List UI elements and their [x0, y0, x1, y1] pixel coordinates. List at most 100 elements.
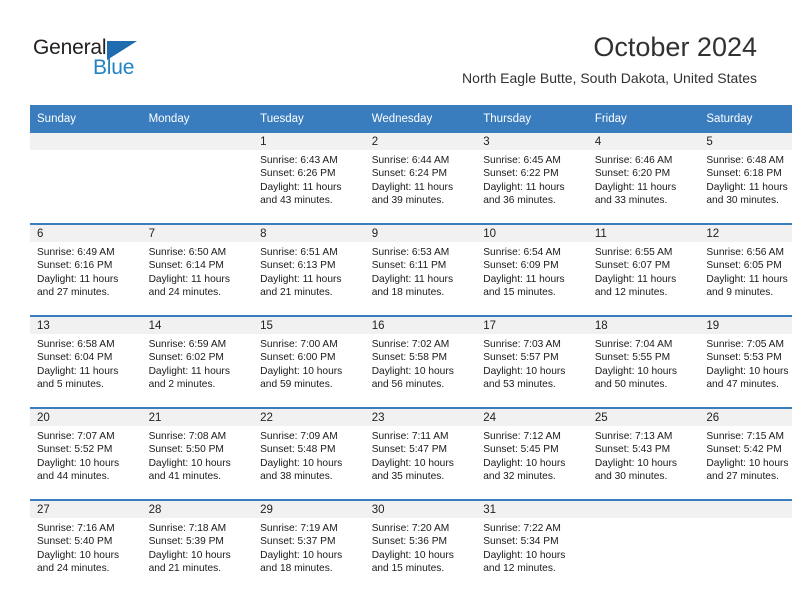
day-cell[interactable]: 5 Sunrise: 6:48 AM Sunset: 6:18 PM Dayli…	[699, 133, 792, 224]
sunrise-text: Sunrise: 7:22 AM	[483, 523, 561, 534]
day-details: Sunrise: 7:07 AM Sunset: 5:52 PM Dayligh…	[30, 426, 142, 483]
day-details: Sunrise: 7:12 AM Sunset: 5:45 PM Dayligh…	[476, 426, 588, 483]
daylight-text-line1: Daylight: 11 hours	[483, 273, 565, 285]
day-cell[interactable]: 16 Sunrise: 7:02 AM Sunset: 5:58 PM Dayl…	[364, 315, 477, 408]
day-cell[interactable]	[699, 499, 792, 591]
sunset-text: Sunset: 5:42 PM	[706, 444, 782, 456]
daylight-text-line1: Daylight: 11 hours	[148, 273, 230, 285]
daylight-text-line2: and 12 minutes.	[594, 286, 668, 298]
daylight-text-line2: and 35 minutes.	[371, 470, 445, 482]
day-cell[interactable]: 24 Sunrise: 7:12 AM Sunset: 5:45 PM Dayl…	[476, 407, 588, 500]
weekday-header-monday: Monday	[141, 105, 254, 133]
sunrise-text: Sunrise: 7:12 AM	[483, 431, 561, 442]
day-cell[interactable]: 31 Sunrise: 7:22 AM Sunset: 5:34 PM Dayl…	[476, 499, 588, 591]
daylight-text-line1: Daylight: 10 hours	[594, 365, 677, 377]
day-cell[interactable]: 7 Sunrise: 6:50 AM Sunset: 6:14 PM Dayli…	[141, 223, 254, 316]
day-cell[interactable]: 3 Sunrise: 6:45 AM Sunset: 6:22 PM Dayli…	[476, 133, 588, 224]
day-number: 15	[253, 317, 365, 334]
day-cell[interactable]: 8 Sunrise: 6:51 AM Sunset: 6:13 PM Dayli…	[253, 223, 365, 316]
sunset-text: Sunset: 6:09 PM	[483, 260, 559, 272]
week-row: 20 Sunrise: 7:07 AM Sunset: 5:52 PM Dayl…	[30, 407, 792, 500]
day-cell[interactable]	[587, 499, 700, 591]
daylight-text-line1: Daylight: 11 hours	[483, 181, 565, 193]
sunset-text: Sunset: 6:11 PM	[371, 260, 447, 272]
day-cell[interactable]: 26 Sunrise: 7:15 AM Sunset: 5:42 PM Dayl…	[699, 407, 792, 500]
daylight-text-line2: and 43 minutes.	[260, 194, 333, 206]
daylight-text-line2: and 30 minutes.	[594, 470, 668, 482]
day-cell[interactable]: 9 Sunrise: 6:53 AM Sunset: 6:11 PM Dayli…	[364, 223, 477, 316]
day-details: Sunrise: 7:03 AM Sunset: 5:57 PM Dayligh…	[476, 334, 588, 391]
daylight-text-line1: Daylight: 10 hours	[371, 549, 454, 561]
day-details: Sunrise: 7:02 AM Sunset: 5:58 PM Dayligh…	[365, 334, 477, 391]
daylight-text-line1: Daylight: 11 hours	[260, 181, 342, 193]
day-cell[interactable]: 15 Sunrise: 7:00 AM Sunset: 6:00 PM Dayl…	[253, 315, 365, 408]
daylight-text-line1: Daylight: 10 hours	[483, 365, 566, 377]
day-cell[interactable]: 22 Sunrise: 7:09 AM Sunset: 5:48 PM Dayl…	[253, 407, 365, 500]
sunrise-text: Sunrise: 6:58 AM	[37, 339, 115, 350]
daylight-text-line2: and 59 minutes.	[260, 378, 333, 390]
sunrise-text: Sunrise: 7:07 AM	[37, 431, 115, 442]
daylight-text-line2: and 15 minutes.	[371, 562, 445, 574]
sunrise-text: Sunrise: 7:11 AM	[371, 431, 449, 442]
day-cell[interactable]: 14 Sunrise: 6:59 AM Sunset: 6:02 PM Dayl…	[141, 315, 254, 408]
daylight-text-line2: and 32 minutes.	[483, 470, 556, 482]
day-number: 5	[699, 133, 792, 150]
day-cell[interactable]: 29 Sunrise: 7:19 AM Sunset: 5:37 PM Dayl…	[253, 499, 365, 591]
day-number: 12	[699, 225, 792, 242]
daylight-text-line2: and 50 minutes.	[594, 378, 668, 390]
day-details: Sunrise: 7:15 AM Sunset: 5:42 PM Dayligh…	[699, 426, 792, 483]
day-number: 7	[141, 225, 254, 242]
daylight-text-line2: and 9 minutes.	[706, 286, 774, 298]
day-cell[interactable]: 13 Sunrise: 6:58 AM Sunset: 6:04 PM Dayl…	[30, 315, 142, 408]
daylight-text-line2: and 2 minutes.	[148, 378, 216, 390]
day-number: 29	[253, 501, 365, 518]
sunset-text: Sunset: 6:24 PM	[371, 168, 448, 180]
day-number: 1	[253, 133, 365, 150]
sunset-text: Sunset: 6:02 PM	[148, 352, 224, 364]
sunrise-text: Sunrise: 6:45 AM	[483, 155, 561, 166]
brand-logo[interactable]: General Blue	[33, 36, 213, 82]
daylight-text-line1: Daylight: 11 hours	[371, 181, 454, 193]
sunrise-text: Sunrise: 6:56 AM	[706, 247, 784, 258]
day-cell[interactable]: 28 Sunrise: 7:18 AM Sunset: 5:39 PM Dayl…	[141, 499, 254, 591]
day-cell[interactable]: 17 Sunrise: 7:03 AM Sunset: 5:57 PM Dayl…	[476, 315, 588, 408]
day-cell[interactable]: 19 Sunrise: 7:05 AM Sunset: 5:53 PM Dayl…	[699, 315, 792, 408]
daylight-text-line1: Daylight: 10 hours	[371, 365, 454, 377]
day-cell[interactable]: 6 Sunrise: 6:49 AM Sunset: 6:16 PM Dayli…	[30, 223, 142, 316]
daylight-text-line1: Daylight: 11 hours	[37, 365, 119, 377]
sunset-text: Sunset: 5:45 PM	[483, 444, 559, 456]
sunset-text: Sunset: 5:34 PM	[483, 536, 559, 548]
day-cell[interactable]: 1 Sunrise: 6:43 AM Sunset: 6:26 PM Dayli…	[253, 133, 365, 224]
day-cell[interactable]: 21 Sunrise: 7:08 AM Sunset: 5:50 PM Dayl…	[141, 407, 254, 500]
page-header: General Blue October 2024 North Eagle Bu…	[0, 0, 792, 100]
day-cell[interactable]	[141, 133, 254, 224]
day-cell[interactable]: 10 Sunrise: 6:54 AM Sunset: 6:09 PM Dayl…	[476, 223, 588, 316]
day-cell[interactable]: 4 Sunrise: 6:46 AM Sunset: 6:20 PM Dayli…	[587, 133, 700, 224]
daylight-text-line1: Daylight: 11 hours	[706, 181, 788, 193]
day-cell[interactable]: 12 Sunrise: 6:56 AM Sunset: 6:05 PM Dayl…	[699, 223, 792, 316]
day-cell[interactable]: 20 Sunrise: 7:07 AM Sunset: 5:52 PM Dayl…	[30, 407, 142, 500]
sunset-text: Sunset: 6:20 PM	[594, 168, 671, 180]
week-row: 6 Sunrise: 6:49 AM Sunset: 6:16 PM Dayli…	[30, 223, 792, 316]
day-cell[interactable]	[30, 133, 142, 224]
day-cell[interactable]: 27 Sunrise: 7:16 AM Sunset: 5:40 PM Dayl…	[30, 499, 142, 591]
weekday-header-tuesday: Tuesday	[253, 105, 365, 133]
day-cell[interactable]: 23 Sunrise: 7:11 AM Sunset: 5:47 PM Dayl…	[364, 407, 477, 500]
day-details: Sunrise: 6:54 AM Sunset: 6:09 PM Dayligh…	[476, 242, 588, 299]
day-details: Sunrise: 7:19 AM Sunset: 5:37 PM Dayligh…	[253, 518, 365, 575]
sunrise-text: Sunrise: 6:43 AM	[260, 155, 338, 166]
day-cell[interactable]: 30 Sunrise: 7:20 AM Sunset: 5:36 PM Dayl…	[364, 499, 477, 591]
day-cell[interactable]: 2 Sunrise: 6:44 AM Sunset: 6:24 PM Dayli…	[364, 133, 477, 224]
day-number: 30	[364, 501, 477, 518]
sunrise-text: Sunrise: 6:54 AM	[483, 247, 561, 258]
sunrise-text: Sunrise: 7:04 AM	[594, 339, 673, 350]
day-cell[interactable]: 25 Sunrise: 7:13 AM Sunset: 5:43 PM Dayl…	[587, 407, 700, 500]
day-number: 11	[587, 225, 700, 242]
sunset-text: Sunset: 6:05 PM	[706, 260, 782, 272]
daylight-text-line1: Daylight: 10 hours	[148, 549, 231, 561]
sunrise-text: Sunrise: 6:44 AM	[371, 155, 450, 166]
day-details: Sunrise: 7:04 AM Sunset: 5:55 PM Dayligh…	[588, 334, 700, 391]
day-cell[interactable]: 11 Sunrise: 6:55 AM Sunset: 6:07 PM Dayl…	[587, 223, 700, 316]
sunrise-text: Sunrise: 7:13 AM	[594, 431, 673, 442]
day-cell[interactable]: 18 Sunrise: 7:04 AM Sunset: 5:55 PM Dayl…	[587, 315, 700, 408]
